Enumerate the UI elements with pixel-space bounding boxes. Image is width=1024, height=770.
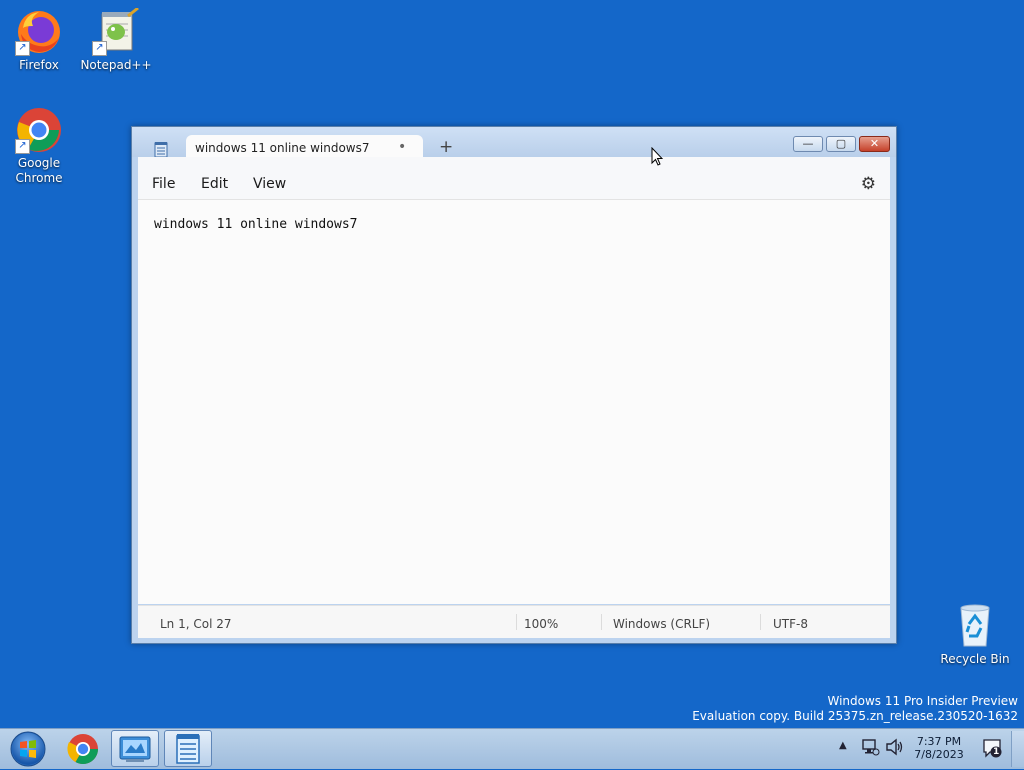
- notification-center-icon[interactable]: 1: [982, 737, 1004, 763]
- notepad-icon: [176, 734, 200, 764]
- taskbar-chrome-button[interactable]: [59, 730, 107, 767]
- status-cursor-position: Ln 1, Col 27: [160, 617, 232, 631]
- status-encoding[interactable]: UTF-8: [773, 617, 808, 631]
- menu-view[interactable]: View: [253, 176, 286, 192]
- recycle-bin-icon: [951, 602, 999, 650]
- control-panel-icon: [119, 736, 151, 762]
- show-desktop-button[interactable]: [1011, 731, 1024, 767]
- desktop-icon-recycle-bin[interactable]: Recycle Bin: [937, 602, 1013, 667]
- notification-count-badge: 1: [993, 747, 1000, 757]
- title-bar[interactable]: windows 11 online windows7 • + — ▢ ✕: [132, 127, 896, 159]
- editor-content[interactable]: windows 11 online windows7: [154, 217, 358, 232]
- status-separator: [601, 614, 602, 630]
- firefox-icon: ↗: [15, 8, 63, 56]
- desktop-icon-firefox[interactable]: ↗ Firefox: [1, 8, 77, 73]
- clock-time: 7:37 PM: [916, 735, 962, 748]
- network-icon[interactable]: [860, 737, 880, 761]
- status-separator: [760, 614, 761, 630]
- watermark-edition: Windows 11 Pro Insider Preview: [827, 694, 1018, 708]
- menu-bar: File Edit View ⚙: [138, 157, 890, 200]
- maximize-button[interactable]: ▢: [826, 136, 856, 152]
- desktop-icon-notepadpp[interactable]: ↗ Notepad++: [78, 6, 154, 73]
- minimize-button[interactable]: —: [793, 136, 823, 152]
- clock-date: 7/8/2023: [914, 748, 964, 761]
- close-icon: ✕: [869, 137, 880, 150]
- windows-orb-icon: [10, 731, 46, 767]
- chrome-icon: [67, 734, 98, 765]
- taskbar-clock[interactable]: 7:37 PM 7/8/2023: [905, 735, 973, 761]
- mouse-cursor-icon: [651, 146, 664, 169]
- start-button[interactable]: [3, 730, 53, 767]
- status-zoom[interactable]: 100%: [524, 617, 558, 631]
- status-separator: [516, 614, 517, 630]
- notepad-window: windows 11 online windows7 • + — ▢ ✕ Fil…: [131, 126, 897, 644]
- show-hidden-icons-chevron-up-icon[interactable]: ▲: [839, 740, 847, 751]
- volume-icon[interactable]: [884, 737, 906, 761]
- settings-gear-icon[interactable]: ⚙: [861, 174, 876, 194]
- close-button[interactable]: ✕: [859, 136, 890, 152]
- tab-document[interactable]: windows 11 online windows7 •: [186, 135, 423, 159]
- menu-file[interactable]: File: [152, 176, 175, 192]
- watermark-build: Evaluation copy. Build 25375.zn_release.…: [692, 709, 1018, 723]
- text-editor[interactable]: windows 11 online windows7: [138, 200, 890, 604]
- notepadpp-icon: ↗: [92, 6, 140, 56]
- minimize-icon: —: [802, 137, 814, 150]
- taskbar: ▲ 7:37 PM 7/8/2023 1: [0, 728, 1024, 769]
- desktop-icon-label: Notepad++: [80, 58, 152, 72]
- chrome-icon: ↗: [15, 106, 63, 154]
- new-tab-button[interactable]: +: [439, 139, 453, 156]
- unsaved-dot-icon[interactable]: •: [398, 139, 406, 155]
- notepad-app-icon: [154, 141, 168, 158]
- taskbar-notepad-button[interactable]: [164, 730, 212, 767]
- desktop-icon-label: Recycle Bin: [940, 652, 1010, 666]
- menu-edit[interactable]: Edit: [201, 176, 228, 192]
- taskbar-control-panel-button[interactable]: [111, 730, 159, 767]
- tab-title: windows 11 online windows7: [195, 141, 370, 155]
- desktop-icon-chrome[interactable]: ↗ Google Chrome: [1, 106, 77, 186]
- maximize-icon: ▢: [835, 137, 847, 150]
- desktop-icon-label: Google Chrome: [15, 156, 63, 185]
- status-bar: Ln 1, Col 27 100% Windows (CRLF) UTF-8: [138, 605, 890, 638]
- desktop-icon-label: Firefox: [19, 58, 59, 72]
- status-line-endings[interactable]: Windows (CRLF): [613, 617, 710, 631]
